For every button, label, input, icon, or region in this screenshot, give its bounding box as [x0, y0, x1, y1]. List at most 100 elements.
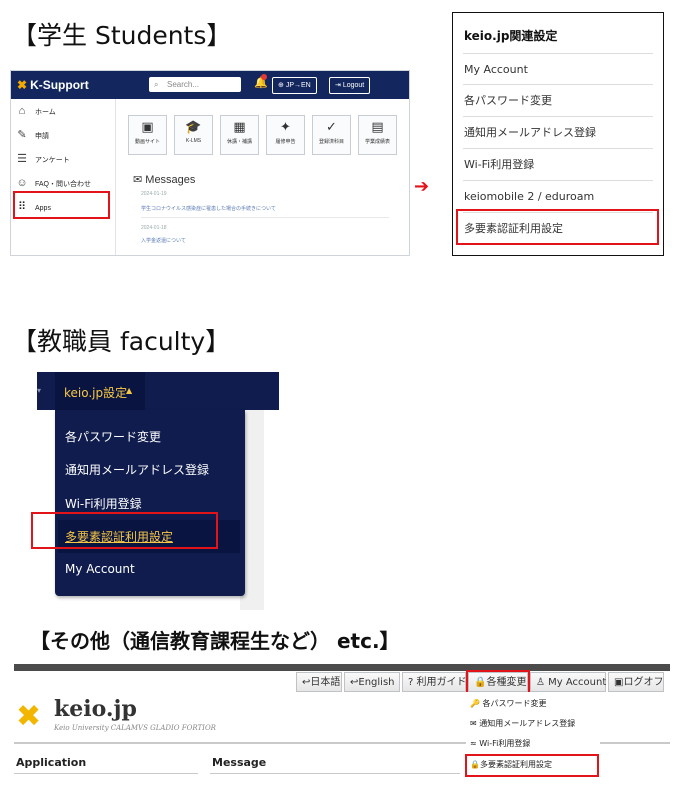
calendar-icon: ▦: [233, 120, 246, 135]
keio-logo-icon: ✖: [16, 699, 42, 734]
others-heading: 【その他（通信教育課程生など） etc.】: [30, 629, 400, 653]
dropdown-label: Wi-Fi利用登録: [479, 739, 531, 748]
language-label: JP→EN: [285, 82, 311, 89]
sidebar-item-faq[interactable]: ☺ FAQ・問い合わせ: [15, 173, 111, 193]
application-underline: [14, 773, 198, 774]
tile-label: 休講・補講: [226, 139, 252, 145]
apps-highlight: [13, 191, 110, 219]
sidebar-item-home[interactable]: ⌂ ホーム: [15, 101, 111, 121]
logout-label: Logout: [342, 82, 365, 89]
messages-heading-text: Messages: [145, 174, 196, 186]
panel-item-wifi[interactable]: Wi-Fi利用登録: [463, 148, 653, 180]
messages-heading: ✉ Messages: [133, 173, 195, 186]
keiojp-settings-tab-label: keio.jp設定: [64, 386, 128, 400]
panel-item-keiomobile[interactable]: keiomobile 2 / eduroam: [463, 180, 653, 212]
caret-up-icon: ▲: [126, 386, 133, 395]
dropdown-label: 通知用メールアドレス登録: [479, 719, 576, 728]
settings-change-highlight: [466, 670, 530, 694]
search-input[interactable]: ⌕ Search...: [149, 77, 241, 92]
search-placeholder: Search...: [167, 80, 200, 89]
tile-label: 登録済科目: [318, 139, 344, 145]
panel-item-notification-email[interactable]: 通知用メールアドレス登録: [463, 116, 653, 148]
english-button[interactable]: ↩English: [344, 672, 400, 692]
arrow-right-icon: ➔: [414, 176, 430, 197]
form-icon: ✎: [17, 129, 27, 141]
tile-cancellations[interactable]: ▦ 休講・補講: [220, 115, 259, 155]
report-icon: ▤: [371, 120, 384, 135]
search-icon: ⌕: [154, 80, 159, 89]
faq-icon: ☺: [16, 177, 28, 189]
keiojp-logo[interactable]: keio.jp: [54, 696, 137, 722]
faculty-heading: 【教職員 faculty】: [12, 327, 231, 356]
dropdown-item-email[interactable]: ✉ 通知用メールアドレス登録: [470, 714, 598, 734]
tile-label: 学業成績表: [364, 139, 390, 145]
menu-item-password-change[interactable]: 各パスワード変更: [65, 428, 161, 445]
guide-label: 利用ガイド: [416, 677, 467, 688]
menu-item-wifi[interactable]: Wi-Fi利用登録: [65, 495, 142, 512]
mfa-dropdown-highlight: [465, 754, 599, 777]
japanese-label: 日本語: [310, 677, 341, 688]
tile-label: K-LMS: [185, 138, 202, 144]
logoff-button[interactable]: ▣ログオフ: [608, 672, 664, 692]
dropdown-item-password[interactable]: 🔑 各パスワード変更: [470, 694, 598, 714]
faculty-mfa-highlight: [31, 512, 218, 549]
faculty-dropdown-menu: 各パスワード変更 通知用メールアドレス登録 Wi-Fi利用登録 My Accou…: [55, 410, 245, 596]
sidebar-label: ホーム: [35, 109, 56, 116]
panel-item-password-change[interactable]: 各パスワード変更: [463, 84, 653, 116]
bell-icon[interactable]: 🔔: [254, 74, 268, 89]
students-heading: 【学生 Students】: [12, 21, 232, 50]
tile-registration[interactable]: ✦ 履修申告: [266, 115, 305, 155]
message-date: 2024-01-18: [141, 225, 167, 231]
survey-icon: ☰: [17, 153, 27, 165]
panel-title: keio.jp関連設定: [464, 29, 558, 43]
message-link[interactable]: 入学金返還について: [141, 237, 186, 244]
keiojp-subtitle: Keio University CALAMVS GLADIO FORTIOR: [54, 724, 216, 732]
mfa-highlight: [456, 209, 659, 245]
dropdown-label: 各パスワード変更: [482, 699, 547, 708]
caret-icon: ▾: [37, 386, 42, 395]
ksupport-logo-text: K-Support: [30, 78, 89, 92]
home-icon: ⌂: [18, 105, 26, 117]
tile-grades[interactable]: ▤ 学業成績表: [358, 115, 397, 155]
mail-icon: ✉: [133, 174, 143, 186]
message-link[interactable]: 学生コロナウイルス感染症に罹患した場合の手続きについて: [141, 205, 276, 212]
sidebar-item-survey[interactable]: ☰ アンケート: [15, 149, 111, 169]
dropdown-item-wifi[interactable]: ≈ Wi-Fi利用登録: [470, 734, 598, 754]
tile-video-site[interactable]: ▣ 動画サイト: [128, 115, 167, 155]
ksupport-header: ✖ K-Support ⌕ Search... 🔔 ⊕ JP→EN ⇥ Logout: [11, 71, 409, 99]
language-button[interactable]: ⊕ JP→EN: [272, 77, 317, 94]
application-column-title: Application: [16, 756, 87, 769]
tile-label: 履修申告: [275, 139, 296, 145]
ksupport-logo[interactable]: ✖ K-Support: [17, 78, 89, 92]
ksupport-screenshot: ✖ K-Support ⌕ Search... 🔔 ⊕ JP→EN ⇥ Logout…: [10, 70, 410, 256]
notification-dot: [261, 74, 267, 80]
magic-wand-icon: ✦: [280, 120, 291, 135]
sidebar-item-application[interactable]: ✎ 申請: [15, 125, 111, 145]
sidebar-label: FAQ・問い合わせ: [35, 181, 92, 188]
my-account-label: My Account: [548, 677, 607, 688]
monitor-icon: ▣: [141, 120, 154, 135]
japanese-button[interactable]: ↩日本語: [296, 672, 342, 692]
message-date: 2024-01-19: [141, 191, 167, 197]
logoff-label: ログオフ: [623, 677, 664, 688]
tile-klms[interactable]: 🎓 K-LMS: [174, 115, 213, 155]
guide-button[interactable]: ? 利用ガイド: [402, 672, 467, 692]
message-underline: [210, 773, 460, 774]
sidebar-label: 申請: [35, 133, 49, 140]
message-column-title: Message: [212, 756, 267, 769]
message-divider: [141, 217, 389, 218]
keiojp-top-bar: [14, 664, 670, 671]
k-logo-icon: ✖: [17, 78, 28, 92]
ksupport-sidebar: ⌂ ホーム ✎ 申請 ☰ アンケート ☺ FAQ・問い合わせ ⠿ Apps: [11, 99, 116, 255]
graduation-cap-icon: 🎓: [185, 120, 202, 135]
tile-registered-courses[interactable]: ✓ 登録済科目: [312, 115, 351, 155]
check-icon: ✓: [326, 120, 337, 135]
tile-label: 動画サイト: [134, 139, 160, 145]
my-account-button[interactable]: ♙ My Account: [530, 672, 606, 692]
logout-button[interactable]: ⇥ Logout: [329, 77, 371, 94]
keio-settings-panel: keio.jp関連設定 My Account 各パスワード変更 通知用メールアド…: [452, 12, 664, 256]
menu-item-notification-email[interactable]: 通知用メールアドレス登録: [65, 461, 209, 478]
panel-item-my-account[interactable]: My Account: [463, 53, 653, 85]
sidebar-label: アンケート: [35, 157, 70, 164]
menu-item-my-account[interactable]: My Account: [65, 562, 135, 576]
